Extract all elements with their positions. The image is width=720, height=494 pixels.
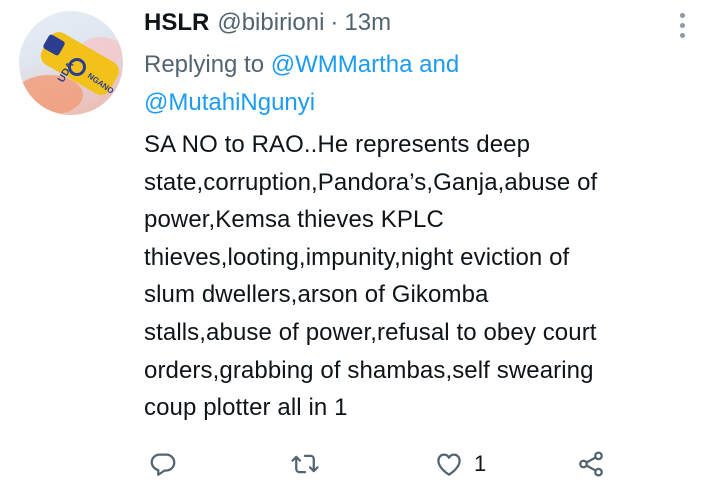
retweet-button[interactable]	[290, 444, 320, 484]
tweet-text-line: orders,grabbing of shambas,self swearing	[144, 356, 594, 384]
timestamp[interactable]: 13m	[344, 8, 391, 38]
replying-prefix: Replying to	[144, 51, 265, 78]
tweet-text-line: power,Kemsa thieves KPLC	[144, 206, 444, 234]
more-icon[interactable]	[668, 8, 696, 42]
replying-to: Replying to @WMMartha and @MutahiNgunyi	[144, 46, 564, 122]
like-count: 1	[474, 451, 487, 476]
tweet-text: SA NO to RAO..He represents deep state,c…	[144, 126, 704, 427]
tweet-actions: 1	[0, 444, 720, 484]
mention-link-2[interactable]: @MutahiNgunyi	[144, 89, 315, 116]
author-name[interactable]: HSLR	[144, 8, 209, 38]
tweet-text-line: coup plotter all in 1	[144, 394, 348, 422]
more-dot	[679, 12, 685, 18]
tweet-text-line: SA NO to RAO..He represents deep	[144, 131, 531, 158]
tweet-text-line: slum dwellers,arson of Gikomba	[144, 281, 489, 309]
retweet-icon	[291, 454, 319, 474]
share-icon	[579, 451, 603, 477]
heart-icon	[437, 453, 461, 476]
like-button[interactable]: 1	[434, 444, 486, 484]
tweet-text-line: stalls,abuse of power,refusal to obey co…	[144, 318, 597, 346]
more-dot	[679, 22, 685, 28]
replying-and[interactable]: and	[419, 51, 459, 78]
more-dot	[679, 32, 685, 38]
tweet-text-line: thieves,looting,impunity,night eviction …	[144, 243, 570, 271]
header-separator: ·	[330, 9, 339, 36]
author-handle[interactable]: @bibirioni	[217, 8, 324, 38]
tweet-text-line: state,corruption,Pandora’s,Ganja,abuse o…	[144, 168, 598, 196]
share-button[interactable]	[576, 444, 606, 484]
mention-link-1[interactable]: @WMMartha	[271, 51, 413, 78]
reply-button[interactable]	[148, 444, 178, 484]
avatar[interactable]: UDA NGANO	[19, 11, 123, 115]
tweet-header: HSLR @bibirioni · 13m	[144, 8, 391, 38]
reply-icon	[150, 453, 176, 476]
